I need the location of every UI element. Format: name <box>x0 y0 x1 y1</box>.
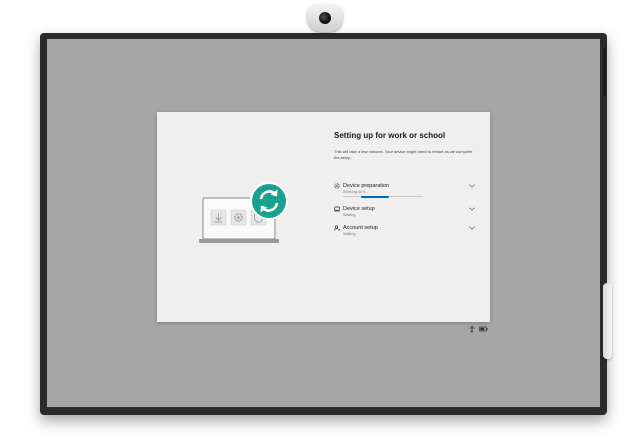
step-status: Waiting <box>343 232 356 236</box>
progress-fill <box>360 195 389 198</box>
progress-bar <box>343 195 423 198</box>
step-label: Device setup <box>343 206 375 212</box>
chevron-down-icon[interactable] <box>468 206 476 212</box>
step-device-preparation[interactable]: Device preparation Working on it... <box>334 183 476 203</box>
account-icon <box>334 225 340 231</box>
step-label: Device preparation <box>343 183 390 189</box>
setup-dialog: Setting up for work or school This will … <box>157 112 490 322</box>
chevron-down-icon[interactable] <box>468 225 476 231</box>
step-status: Waiting <box>343 213 356 217</box>
webcam <box>307 4 343 32</box>
step-device-setup[interactable]: Device setup Waiting <box>334 206 476 220</box>
chevron-down-icon[interactable] <box>468 183 476 189</box>
laptop-base <box>199 239 279 243</box>
step-status: Working on it... <box>343 190 369 194</box>
laptop-sync-illustration <box>199 182 288 243</box>
page-subtitle: This will take a few minutes. Your devic… <box>334 149 473 160</box>
device-icon <box>334 206 340 212</box>
step-account-setup[interactable]: Account setup Waiting <box>334 225 476 239</box>
page-title: Setting up for work or school <box>334 131 446 140</box>
gear-icon <box>334 183 340 189</box>
camera-lens <box>319 12 331 24</box>
device-side-button <box>603 283 612 359</box>
battery-icon[interactable] <box>479 326 488 332</box>
accessibility-icon[interactable] <box>468 325 476 333</box>
step-label: Account setup <box>343 225 378 231</box>
device-side-strip <box>603 48 606 96</box>
sync-badge <box>252 184 286 218</box>
